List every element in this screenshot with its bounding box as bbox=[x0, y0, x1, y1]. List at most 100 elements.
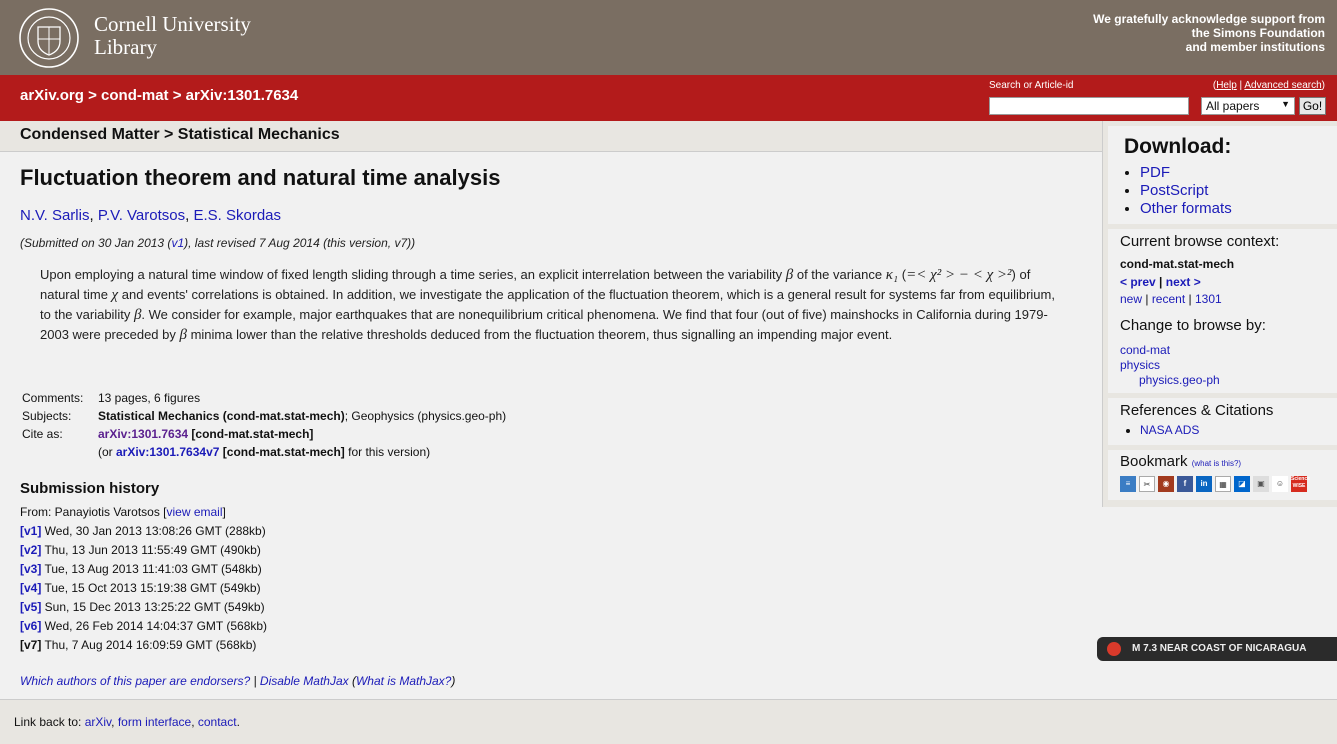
endorsers-link[interactable]: Which authors of this paper are endorser… bbox=[20, 674, 250, 688]
nasa-ads-link[interactable]: NASA ADS bbox=[1140, 423, 1199, 437]
separator: , bbox=[111, 715, 118, 729]
download-box: Download: PDF PostScript Other formats bbox=[1108, 126, 1337, 224]
author-link[interactable]: P.V. Varotsos bbox=[98, 207, 185, 224]
references-list: NASA ADS bbox=[1122, 423, 1199, 437]
cite-version-link[interactable]: arXiv:1301.7634v7 bbox=[116, 445, 219, 459]
abstract: Upon employing a natural time window of … bbox=[40, 265, 1060, 345]
go-button[interactable]: Go! bbox=[1299, 97, 1326, 115]
cite-value: arXiv:1301.7634 [cond-mat.stat-mech] bbox=[96, 425, 508, 443]
library-logo-text[interactable]: Cornell University Library bbox=[94, 13, 251, 59]
separator: , bbox=[191, 715, 198, 729]
disable-mathjax-link[interactable]: Disable MathJax bbox=[260, 674, 349, 688]
search-input[interactable] bbox=[989, 97, 1189, 115]
other-formats-link[interactable]: Other formats bbox=[1140, 200, 1232, 217]
arxiv-home-link[interactable]: arXiv bbox=[85, 715, 111, 729]
facebook-icon[interactable]: f bbox=[1177, 476, 1193, 492]
help-links: (Help | Advanced search) bbox=[1213, 80, 1325, 91]
separator: | bbox=[250, 674, 260, 688]
bookmark-what-link[interactable]: (what is this?) bbox=[1192, 459, 1241, 468]
help-link[interactable]: Help bbox=[1216, 80, 1237, 91]
earthquake-banner[interactable]: M 7.3 NEAR COAST OF NICARAGUA bbox=[1097, 637, 1337, 661]
download-list: PDF PostScript Other formats bbox=[1124, 164, 1232, 218]
cite-text: for this version) bbox=[344, 445, 431, 459]
mendeley-icon[interactable]: ▦ bbox=[1215, 476, 1231, 492]
author-link[interactable]: E.S. Skordas bbox=[193, 207, 281, 224]
subjects-label: Subjects: bbox=[22, 409, 72, 423]
browse-physics-geo-ph-link[interactable]: physics.geo-ph bbox=[1139, 373, 1220, 387]
version-row: [v4] Tue, 15 Oct 2013 15:19:38 GMT (549k… bbox=[20, 579, 267, 598]
support-line2[interactable]: the Simons Foundation bbox=[1093, 26, 1325, 40]
new-recent: new | recent | 1301 bbox=[1120, 292, 1222, 306]
sciencewise-icon[interactable]: Science WISE bbox=[1291, 476, 1310, 492]
recent-link[interactable]: recent bbox=[1152, 292, 1185, 306]
new-link[interactable]: new bbox=[1120, 292, 1142, 306]
author-list: N.V. Sarlis, P.V. Varotsos, E.S. Skordas bbox=[20, 207, 281, 224]
month-link[interactable]: 1301 bbox=[1195, 292, 1222, 306]
next-link[interactable]: next > bbox=[1166, 275, 1201, 289]
separator: , bbox=[89, 207, 98, 224]
download-heading: Download: bbox=[1124, 135, 1232, 158]
prev-link[interactable]: < prev bbox=[1120, 275, 1156, 289]
delicious-icon[interactable]: ◪ bbox=[1234, 476, 1250, 492]
view-email-link[interactable]: view email bbox=[167, 505, 223, 519]
browse-physics-link[interactable]: physics bbox=[1120, 358, 1160, 372]
bookmark-heading: Bookmark (what is this?) bbox=[1120, 453, 1241, 470]
comments-value: 13 pages, 6 figures bbox=[98, 391, 201, 405]
cite-tag: [cond-mat.stat-mech] bbox=[188, 427, 314, 441]
page-footer: Link back to: arXiv, form interface, con… bbox=[0, 699, 1337, 744]
cite-label: Cite as: bbox=[22, 427, 63, 441]
references-item: NASA ADS bbox=[1140, 423, 1199, 437]
form-interface-link[interactable]: form interface bbox=[118, 715, 191, 729]
download-item: PostScript bbox=[1140, 182, 1232, 200]
breadcrumb-category[interactable]: cond-mat bbox=[101, 87, 169, 104]
abstract-text: ( bbox=[898, 267, 907, 282]
submitted-text: (Submitted on 30 Jan 2013 ( bbox=[20, 236, 172, 250]
version-link[interactable]: [v2] bbox=[20, 543, 41, 557]
pdf-link[interactable]: PDF bbox=[1140, 164, 1170, 181]
version-row: [v1] Wed, 30 Jan 2013 13:08:26 GMT (288k… bbox=[20, 522, 267, 541]
earthquake-icon bbox=[1107, 642, 1121, 656]
change-browse-heading: Change to browse by: bbox=[1120, 317, 1266, 334]
from-text: From: Panayiotis Varotsos [ bbox=[20, 505, 167, 519]
postscript-link[interactable]: PostScript bbox=[1140, 182, 1208, 199]
citeulike-icon[interactable]: ✂ bbox=[1139, 476, 1155, 492]
abstract-text: of the variance bbox=[793, 267, 886, 282]
cornell-seal-icon[interactable] bbox=[18, 7, 80, 69]
linkedin-icon[interactable]: in bbox=[1196, 476, 1212, 492]
v1-link[interactable]: v1 bbox=[171, 236, 184, 250]
version-link[interactable]: [v3] bbox=[20, 562, 41, 576]
submitted-text: ), last revised 7 Aug 2014 (this version… bbox=[184, 236, 416, 250]
cite-version-value: (or arXiv:1301.7634v7 [cond-mat.stat-mec… bbox=[96, 443, 508, 461]
separator: | bbox=[1185, 292, 1195, 306]
references-heading: References & Citations bbox=[1120, 402, 1274, 419]
author-link[interactable]: N.V. Sarlis bbox=[20, 207, 89, 224]
version-link[interactable]: [v4] bbox=[20, 581, 41, 595]
version-link[interactable]: [v6] bbox=[20, 619, 41, 633]
version-link[interactable]: [v5] bbox=[20, 600, 41, 614]
version-link[interactable]: [v1] bbox=[20, 524, 41, 538]
breadcrumb: arXiv.org > cond-mat > arXiv:1301.7634 bbox=[20, 87, 298, 104]
contact-link[interactable]: contact bbox=[198, 715, 237, 729]
browse-cond-mat-link[interactable]: cond-mat bbox=[1120, 343, 1170, 357]
comments-label: Comments: bbox=[22, 391, 84, 405]
math-kappa: κ₁ bbox=[885, 267, 899, 283]
search-scope-select[interactable]: All papers ▼ bbox=[1201, 97, 1295, 115]
cite-id-link[interactable]: arXiv:1301.7634 bbox=[98, 427, 188, 441]
version-info: Tue, 15 Oct 2013 15:19:38 GMT (549kb) bbox=[41, 581, 261, 595]
what-is-mathjax-link[interactable]: What is MathJax? bbox=[356, 674, 451, 688]
bookmark-icons: ≡ ✂ ◉ f in ▦ ◪ ▣ ☺ Science WISE bbox=[1120, 476, 1310, 492]
cite-tag: [cond-mat.stat-mech] bbox=[219, 445, 345, 459]
subject-heading: Condensed Matter > Statistical Mechanics bbox=[20, 126, 340, 143]
reddit-icon[interactable]: ☺ bbox=[1272, 476, 1288, 492]
bookmark-title: Bookmark bbox=[1120, 453, 1188, 470]
advanced-search-link[interactable]: Advanced search bbox=[1244, 80, 1321, 91]
dropdown-arrow-icon: ▼ bbox=[1281, 99, 1290, 109]
bibsonomy-icon[interactable]: ≡ bbox=[1120, 476, 1136, 492]
breadcrumb-arxiv[interactable]: arXiv.org bbox=[20, 87, 84, 104]
mendeley-icon[interactable]: ◉ bbox=[1158, 476, 1174, 492]
search-scope-value: All papers bbox=[1206, 99, 1260, 113]
submission-history-heading: Submission history bbox=[20, 480, 160, 497]
support-line3[interactable]: and member institutions bbox=[1093, 40, 1325, 54]
digg-icon[interactable]: ▣ bbox=[1253, 476, 1269, 492]
version-info: Wed, 26 Feb 2014 14:04:37 GMT (568kb) bbox=[41, 619, 268, 633]
